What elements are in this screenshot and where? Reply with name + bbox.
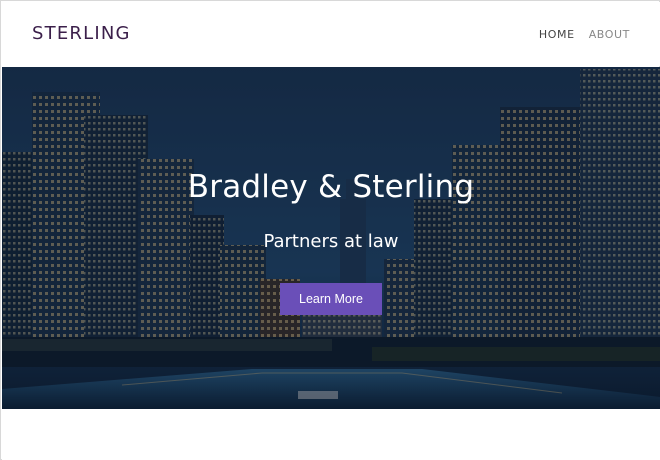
nav-link-about[interactable]: ABOUT (589, 28, 630, 41)
hero-subtitle: Partners at law (263, 231, 399, 252)
site-header: STERLING HOME ABOUT (2, 2, 660, 66)
nav-link-home[interactable]: HOME (539, 28, 575, 41)
main-nav: HOME ABOUT (539, 28, 630, 41)
browser-viewport: STERLING HOME ABOUT Bradley & Sterling P… (0, 0, 660, 460)
hero-section: Bradley & Sterling Partners at law Learn… (2, 67, 660, 409)
hero-title: Bradley & Sterling (187, 169, 475, 205)
brand-logo[interactable]: STERLING (32, 23, 131, 44)
page-bottom-area (2, 409, 660, 460)
learn-more-button[interactable]: Learn More (280, 283, 382, 315)
